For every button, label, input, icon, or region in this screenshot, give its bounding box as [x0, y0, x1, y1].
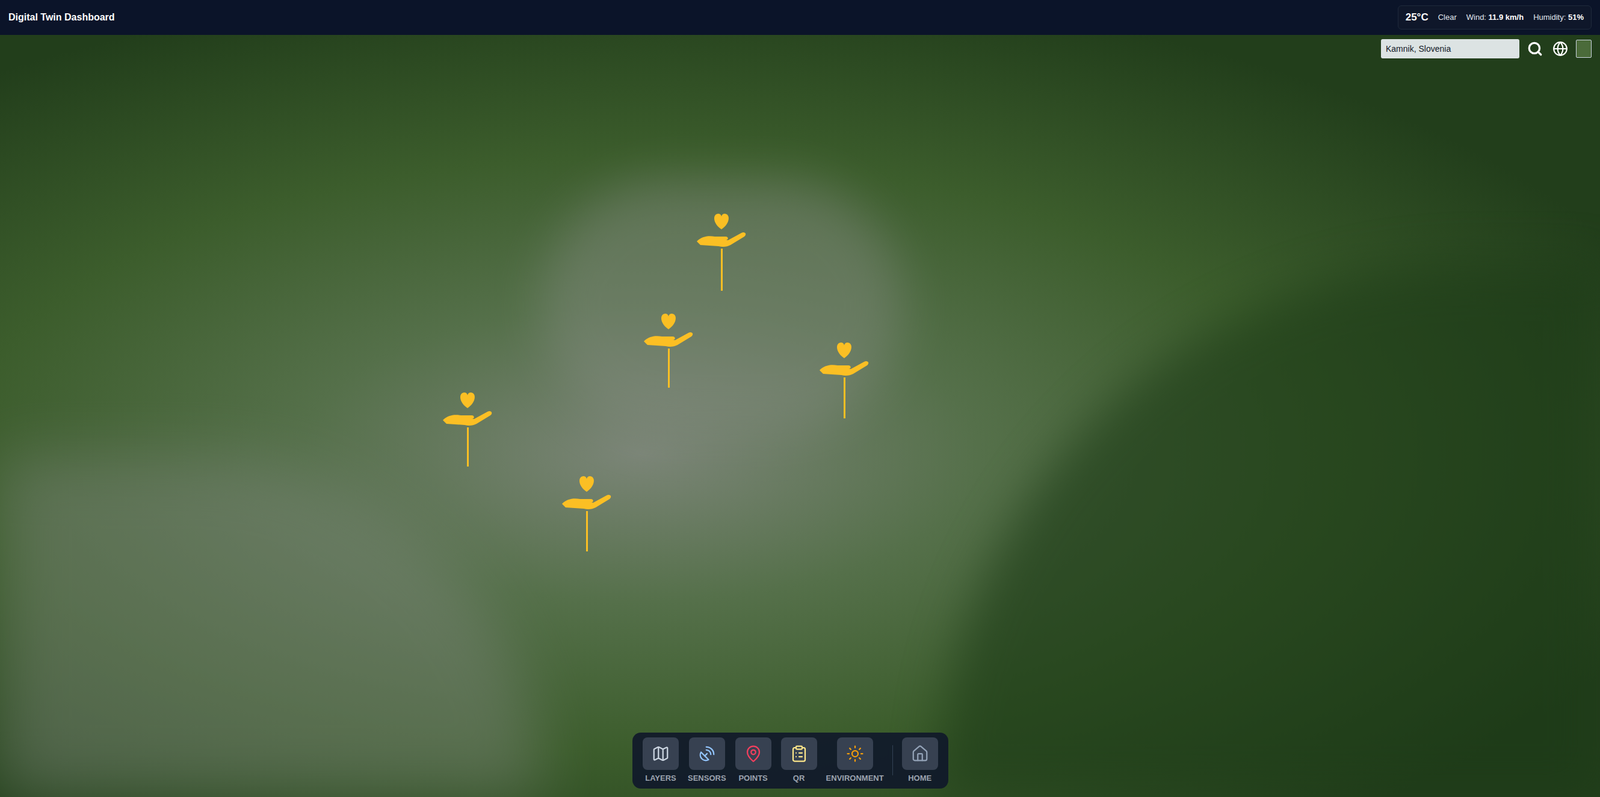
toolbar-button[interactable]: LAYERS — [642, 737, 680, 785]
sun-icon — [846, 744, 865, 763]
map-pin[interactable] — [641, 311, 696, 388]
toolbar-icon-tile — [837, 737, 874, 770]
forest-area — [938, 263, 1600, 797]
toolbar-icon-tile — [901, 737, 939, 770]
weather-condition: Clear — [1438, 11, 1457, 24]
map-pin[interactable] — [817, 339, 872, 419]
pin-stem — [720, 248, 723, 291]
top-bar: Digital Twin Dashboard 25°C Clear Wind: 11.… — [0, 0, 1600, 35]
toolbar-icon-tile — [688, 737, 726, 770]
pin-stem — [586, 510, 588, 552]
heart-hand-icon — [559, 473, 614, 511]
map-pin[interactable] — [694, 211, 749, 291]
toolbar-label: LAYERS — [645, 772, 677, 785]
map-icon — [651, 744, 670, 763]
clipboard-icon — [790, 744, 809, 763]
toolbar-icon-tile — [735, 737, 772, 770]
heart-hand-icon — [817, 339, 872, 378]
app-title: Digital Twin Dashboard — [8, 10, 115, 25]
home-icon — [911, 744, 930, 763]
map-view[interactable]: LAYERS SENSORS POINTS QR ENVIRONMENT HOME — [0, 34, 1600, 797]
town-area — [0, 456, 542, 797]
toolbar: LAYERS SENSORS POINTS QR ENVIRONMENT HOME — [632, 732, 949, 789]
humidity: Humidity: 51% — [1533, 11, 1584, 24]
toolbar-icon-tile — [781, 737, 818, 770]
wind: Wind: 11.9 km/h — [1466, 11, 1524, 24]
search-bar — [1380, 39, 1592, 59]
weather-widget: 25°C Clear Wind: 11.9 km/h Humidity: 51% — [1397, 5, 1592, 30]
toolbar-button[interactable]: HOME — [901, 737, 939, 785]
toolbar-button[interactable]: ENVIRONMENT — [826, 737, 884, 785]
heart-hand-icon — [440, 389, 495, 428]
basemap-thumbnail[interactable] — [1575, 39, 1592, 58]
toolbar-icon-tile — [642, 737, 679, 770]
satellite-dish-icon — [698, 744, 717, 763]
search-icon — [1527, 40, 1543, 57]
toolbar-label: SENSORS — [687, 772, 727, 785]
toolbar-label: POINTS — [738, 772, 768, 785]
globe-button[interactable] — [1550, 39, 1570, 59]
map-pin[interactable] — [440, 389, 495, 467]
map-pin-icon — [744, 744, 763, 763]
pin-stem — [667, 348, 670, 388]
toolbar-button[interactable]: QR — [780, 737, 818, 785]
toolbar-label: QR — [793, 772, 806, 785]
toolbar-button[interactable]: POINTS — [734, 737, 773, 785]
temperature: 25°C — [1405, 9, 1429, 26]
toolbar-divider — [892, 744, 893, 776]
heart-hand-icon — [694, 211, 749, 249]
globe-icon — [1552, 40, 1569, 57]
search-input[interactable] — [1380, 39, 1520, 59]
map-pin[interactable] — [559, 473, 614, 552]
toolbar-label: ENVIRONMENT — [826, 772, 884, 785]
search-button[interactable] — [1525, 39, 1545, 59]
app: Digital Twin Dashboard 25°C Clear Wind: 11.… — [0, 0, 1600, 797]
toolbar-button[interactable]: SENSORS — [687, 737, 727, 785]
pin-stem — [843, 377, 846, 419]
pin-stem — [466, 427, 469, 467]
toolbar-label: HOME — [908, 772, 932, 785]
heart-hand-icon — [641, 311, 696, 349]
